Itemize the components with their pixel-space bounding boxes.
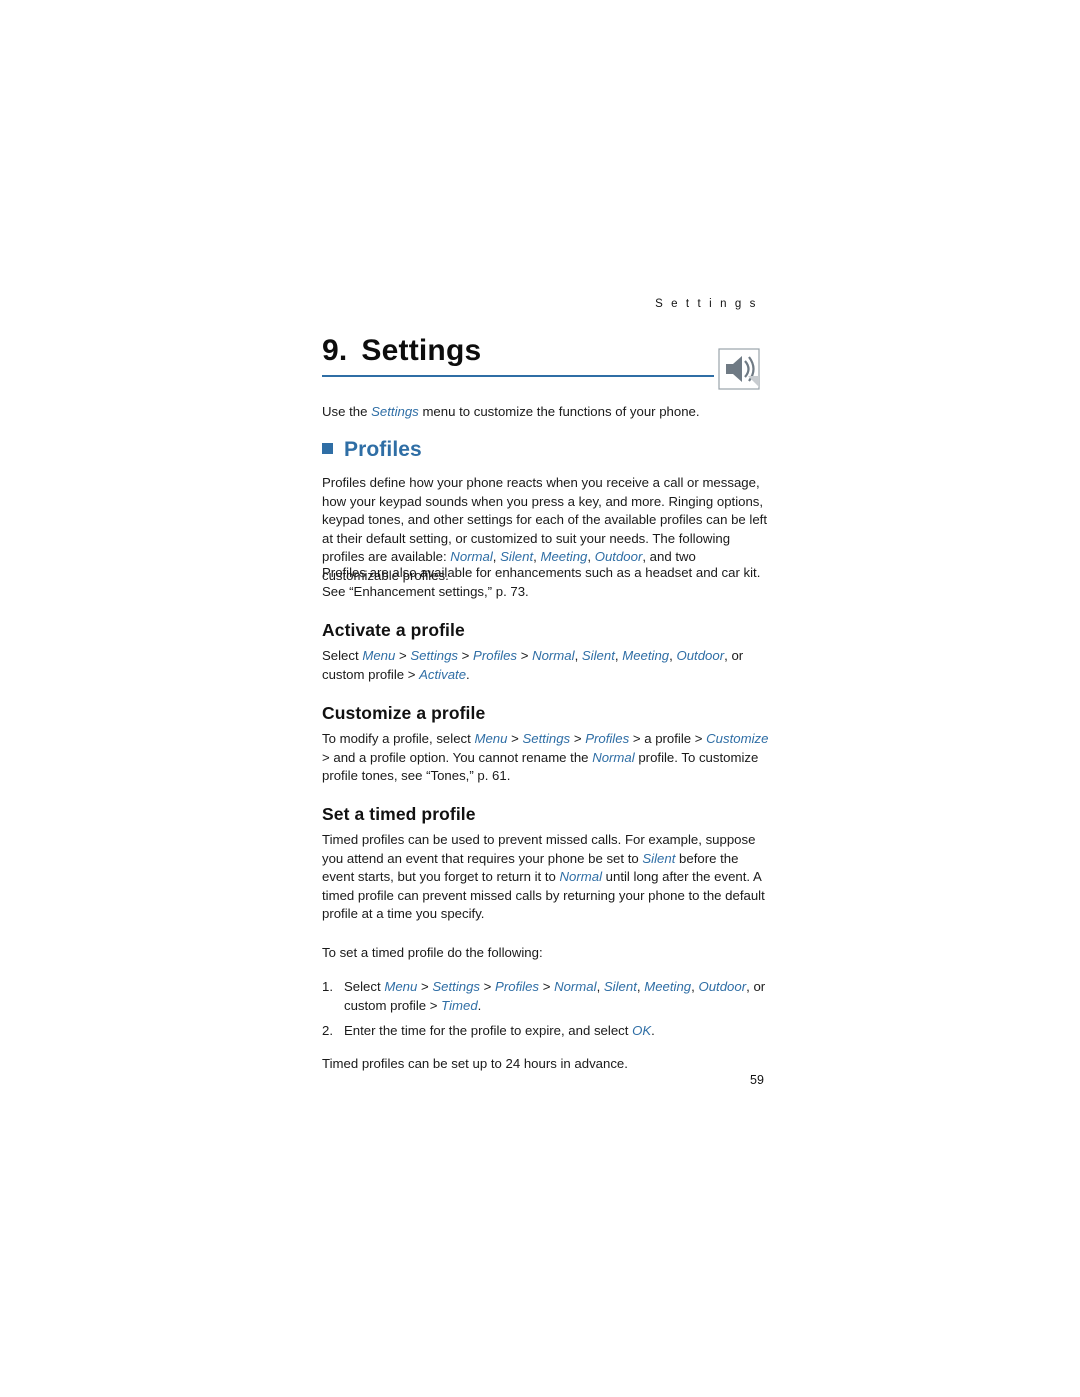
intro-paragraph: Use the Settings menu to customize the f… (322, 403, 772, 421)
customize-p1: To modify a profile, select (322, 731, 475, 746)
settings-term: Settings (410, 648, 459, 663)
customize-paragraph: To modify a profile, select Menu > Setti… (322, 730, 772, 786)
timed-paragraph-2: Timed profiles can be set up to 24 hours… (322, 1056, 628, 1071)
profiles-term: Profiles (495, 979, 540, 994)
outdoor-term: Outdoor (698, 979, 747, 994)
chapter-number: 9. (322, 334, 348, 367)
timed-term: Timed (441, 997, 478, 1013)
profile-normal: Normal (450, 549, 493, 565)
sep-2: > (480, 979, 496, 994)
activate-paragraph: Select Menu > Settings > Profiles > Norm… (322, 647, 772, 684)
comma-1: , (574, 648, 582, 663)
list-item-text: Select Menu > Settings > Profiles > Norm… (344, 978, 772, 1015)
activate-term: Activate (419, 666, 467, 682)
profiles-term: Profiles (473, 648, 518, 663)
section-heading-profiles: Profiles (322, 438, 422, 462)
timed-paragraph-1: Timed profiles can be used to prevent mi… (322, 831, 772, 924)
silent-term: Silent (603, 979, 637, 994)
comma-1: , (596, 979, 604, 994)
profiles-paragraph-2: Profiles are also available for enhancem… (322, 565, 761, 599)
customize-term: Customize (706, 731, 769, 746)
settings-term: Settings (432, 979, 481, 994)
normal-term: Normal (592, 749, 635, 765)
normal-term: Normal (554, 979, 597, 994)
chapter-title-text: Settings (361, 334, 482, 367)
intro-after: menu to customize the functions of your … (418, 404, 700, 419)
settings-term: Settings (522, 731, 571, 746)
sep-2: > (458, 648, 474, 663)
profile-outdoor: Outdoor (594, 549, 643, 565)
normal-term: Normal (559, 869, 603, 885)
activate-p1: Select (322, 648, 363, 663)
heading-rule (322, 375, 714, 377)
square-bullet-icon (322, 443, 333, 454)
customize-p2: > and a profile option. You cannot renam… (322, 749, 593, 765)
sep-2: > (570, 731, 586, 746)
normal-term: Normal (532, 648, 575, 663)
profiles-term: Profiles (585, 731, 630, 746)
step2-end: . (651, 1023, 655, 1038)
step2-p1: Enter the time for the profile to expire… (344, 1023, 633, 1038)
meeting-term: Meeting (622, 648, 670, 663)
document-page: S e t t i n g s 9. Settings Use the Setti… (0, 0, 1080, 1397)
silent-term: Silent (581, 648, 615, 663)
profile-meeting: Meeting (540, 549, 588, 565)
list-item: 2. Enter the time for the profile to exp… (322, 1022, 772, 1041)
running-head: S e t t i n g s (655, 298, 758, 310)
page-number: 59 (750, 1073, 764, 1087)
intro-before: Use the (322, 404, 372, 419)
step1-end: . (477, 997, 482, 1013)
sep-3: > (517, 648, 533, 663)
sep-1: > (417, 979, 433, 994)
sep-1: > (395, 648, 411, 663)
silent-term: Silent (642, 850, 676, 866)
list-number: 2. (322, 1023, 333, 1038)
list-number: 1. (322, 979, 333, 994)
profile-silent: Silent (500, 549, 534, 565)
intro-settings-italic: Settings (371, 404, 419, 419)
ok-term: OK (632, 1023, 652, 1038)
outdoor-term: Outdoor (676, 648, 725, 663)
activate-end: . (466, 666, 470, 682)
sep-1: > (507, 731, 523, 746)
list-item-text: Enter the time for the profile to expire… (344, 1022, 772, 1041)
step1-p1: Select (344, 979, 385, 994)
speaker-icon (718, 348, 760, 390)
list-item: 1. Select Menu > Settings > Profiles > N… (322, 978, 772, 1015)
timed-intro-line: To set a timed profile do the following: (322, 945, 543, 960)
section-heading-profiles-text: Profiles (344, 438, 422, 461)
subheading-activate-profile: Activate a profile (322, 620, 465, 640)
subheading-set-timed-profile: Set a timed profile (322, 804, 476, 824)
sep-3: > a profile > (629, 731, 707, 746)
sep-3: > (539, 979, 555, 994)
menu-term: Menu (384, 979, 418, 994)
meeting-term: Meeting (644, 979, 692, 994)
subheading-customize-profile: Customize a profile (322, 703, 486, 723)
menu-term: Menu (362, 648, 396, 663)
menu-term: Menu (474, 731, 508, 746)
